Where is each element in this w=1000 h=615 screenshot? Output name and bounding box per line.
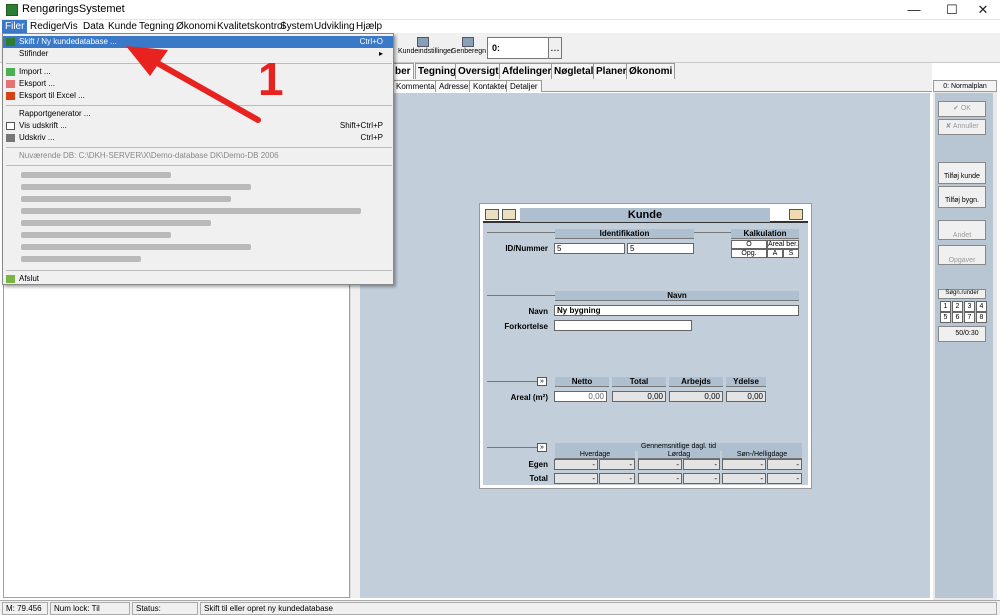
memory-indicator: M: 79.456 K <box>2 602 48 615</box>
status-bar: M: 79.456 K Num lock: Til Status: Skift … <box>0 600 1000 615</box>
annotation-number: 1 <box>258 53 284 105</box>
status-label: Status: <box>132 602 198 615</box>
annotation-arrow <box>126 46 261 123</box>
numlock-indicator: Num lock: Til <box>50 602 130 615</box>
status-text: Skift til eller opret ny kundedatabase <box>200 602 997 615</box>
